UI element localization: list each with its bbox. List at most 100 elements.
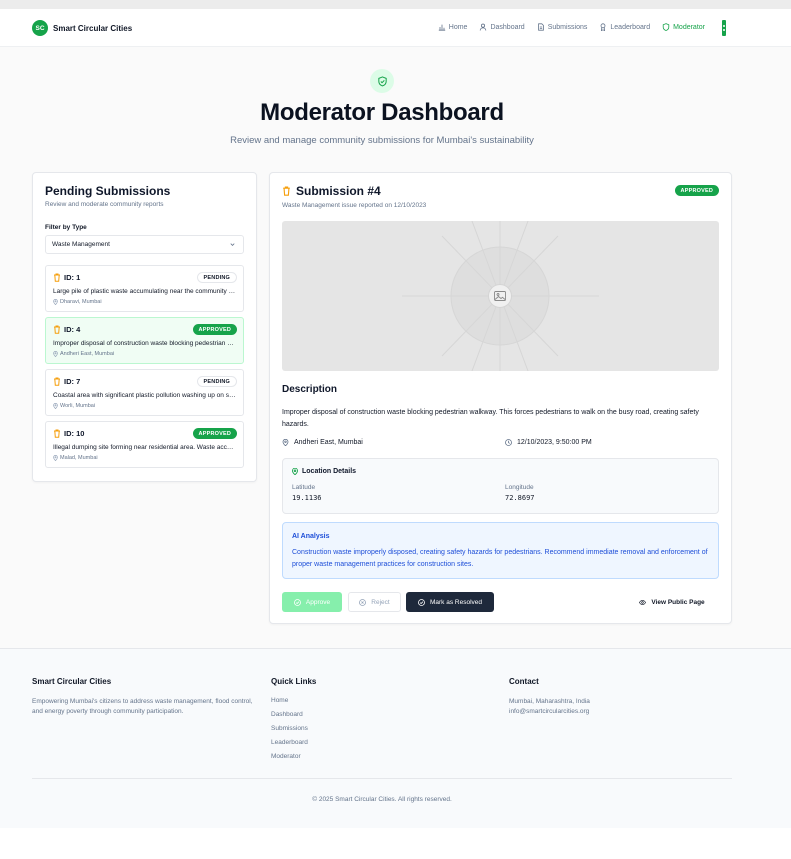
map-pin-icon	[53, 403, 58, 409]
footer-link-home[interactable]: Home	[271, 697, 288, 704]
filter-label: Filter by Type	[45, 224, 87, 231]
user-icon	[480, 23, 487, 31]
bar-chart-icon	[438, 24, 445, 31]
map-pin-icon	[53, 351, 58, 357]
latitude-value: 19.1136	[292, 494, 322, 502]
latitude-label: Latitude	[292, 484, 316, 491]
footer-contact-address: Mumbai, Maharashtra, India	[509, 698, 590, 705]
submission-description: Improper disposal of construction waste …	[53, 340, 237, 347]
filter-type-select[interactable]: Waste Management	[45, 235, 244, 254]
approve-button[interactable]: Approve	[282, 592, 342, 612]
submission-id: ID: 4	[64, 325, 81, 334]
footer-link-submissions[interactable]: Submissions	[271, 725, 308, 732]
app-name: Smart Circular Cities	[53, 23, 133, 33]
location-details-title: Location Details	[292, 468, 356, 475]
submission-location: Dharavi, Mumbai	[53, 299, 102, 305]
chevron-down-icon	[230, 243, 235, 246]
submission-image-placeholder	[282, 221, 719, 371]
nav-item-dashboard[interactable]: Dashboard	[479, 23, 525, 31]
footer-link-leaderboard[interactable]: Leaderboard	[271, 739, 308, 746]
submission-item-10[interactable]: ID: 10 APPROVED Illegal dumping site for…	[45, 421, 244, 468]
nav-item-leaderboard[interactable]: Leaderboard	[599, 23, 650, 31]
brand-logo[interactable]: SC Smart Circular Cities	[32, 20, 132, 36]
datetime-text: 12/10/2023, 9:50:00 PM	[517, 439, 592, 446]
ai-analysis-title: AI Analysis	[292, 533, 330, 540]
nav-item-moderator[interactable]: Moderator	[662, 23, 705, 31]
pending-submissions-card: Pending Submissions Review and moderate …	[32, 172, 257, 482]
footer-copyright: © 2025 Smart Circular Cities. All rights…	[312, 796, 452, 803]
submission-id: ID: 1	[64, 273, 81, 282]
submission-location: Worli, Mumbai	[53, 403, 95, 409]
nav-item-label: Dashboard	[490, 23, 525, 31]
nav-item-home[interactable]: Home	[438, 23, 468, 31]
footer-link-dashboard[interactable]: Dashboard	[271, 711, 303, 718]
mark-resolved-button[interactable]: Mark as Resolved	[406, 592, 494, 612]
footer-contact-email[interactable]: info@smartcircularcities.org	[509, 707, 589, 717]
footer: Smart Circular Cities Empowering Mumbai'…	[0, 648, 791, 828]
reject-label: Reject	[371, 598, 390, 606]
pending-title: Pending Submissions	[45, 184, 171, 198]
footer-about-text: Empowering Mumbai's citizens to address …	[32, 698, 253, 715]
map-pin-icon	[53, 299, 58, 305]
submission-item-1[interactable]: ID: 1 PENDING Large pile of plastic wast…	[45, 265, 244, 312]
map-pin-icon	[282, 439, 289, 446]
trash-icon	[54, 325, 60, 334]
submission-id: ID: 10	[64, 429, 85, 438]
status-badge: PENDING	[196, 376, 237, 387]
footer-links-title: Quick Links	[271, 677, 317, 686]
page-title: Moderator Dashboard	[260, 99, 504, 126]
eye-icon	[639, 599, 647, 605]
browser-top-strip	[0, 0, 791, 9]
submission-item-head: ID: 10	[53, 429, 84, 438]
footer-about-title: Smart Circular Cities	[32, 677, 112, 686]
submission-id: ID: 7	[64, 377, 81, 386]
detail-title: Submission #4	[296, 184, 381, 198]
nav-item-label: Moderator	[673, 23, 705, 31]
submission-detail-card: Submission #4 APPROVED Waste Management …	[269, 172, 732, 624]
navbar: SC Smart Circular Cities Home Dashboard …	[0, 9, 791, 47]
status-badge: APPROVED	[674, 185, 719, 196]
nav-item-label: Leaderboard	[610, 23, 651, 31]
location-details-box: Location Details Latitude 19.1136 Longit…	[282, 458, 719, 514]
page-bottom	[0, 828, 791, 859]
detail-subtitle: Waste Management issue reported on 12/10…	[282, 202, 427, 209]
status-badge: APPROVED	[192, 324, 237, 335]
detail-datetime: 12/10/2023, 9:50:00 PM	[505, 439, 592, 446]
nav-item-label: Home	[448, 23, 468, 31]
detail-header: Submission #4	[282, 184, 381, 198]
check-circle-icon	[418, 598, 425, 606]
map-pin-icon	[53, 455, 58, 461]
submission-item-4[interactable]: ID: 4 APPROVED Improper disposal of cons…	[45, 317, 244, 364]
footer-link-moderator[interactable]: Moderator	[271, 753, 301, 760]
map-pin-icon	[292, 468, 298, 475]
filter-value: Waste Management	[52, 241, 110, 248]
award-icon	[600, 23, 606, 31]
mark-resolved-label: Mark as Resolved	[429, 598, 483, 606]
nav-item-submissions[interactable]: Submissions	[537, 23, 587, 31]
submission-description: Large pile of plastic waste accumulating…	[53, 288, 237, 295]
submission-item-7[interactable]: ID: 7 PENDING Coastal area with signific…	[45, 369, 244, 416]
nav-links: Home Dashboard Submissions Leaderboard M…	[438, 23, 705, 31]
ai-analysis-box: AI Analysis Construction waste improperl…	[282, 522, 719, 579]
logo-badge: SC	[32, 20, 48, 36]
location-text: Andheri East, Mumbai	[294, 439, 363, 446]
description-text: Improper disposal of construction waste …	[282, 409, 699, 428]
description-title: Description	[282, 384, 338, 395]
document-icon	[537, 23, 544, 31]
view-public-page-button[interactable]: View Public Page	[632, 592, 712, 612]
location-text: Worli, Mumbai	[60, 403, 96, 409]
submission-description: Illegal dumping site forming near reside…	[53, 444, 237, 451]
status-badge: APPROVED	[192, 428, 237, 439]
approve-label: Approve	[305, 598, 331, 606]
status-badge: PENDING	[196, 272, 237, 283]
menu-button[interactable]	[722, 20, 726, 36]
submission-item-head: ID: 4	[53, 325, 80, 334]
trash-icon	[283, 186, 290, 196]
location-text: Dharavi, Mumbai	[60, 299, 102, 305]
detail-location: Andheri East, Mumbai	[282, 439, 363, 446]
longitude-label: Longitude	[505, 484, 534, 491]
reject-button[interactable]: Reject	[348, 592, 401, 612]
ai-analysis-text: Construction waste improperly disposed, …	[292, 549, 708, 568]
submission-item-head: ID: 1	[53, 273, 80, 282]
location-text: Andheri East, Mumbai	[60, 351, 115, 357]
